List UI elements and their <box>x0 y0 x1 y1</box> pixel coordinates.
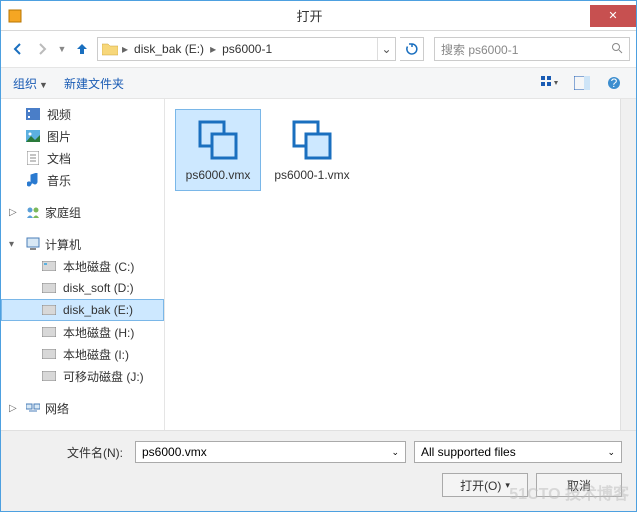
window-controls: ✕ <box>590 5 636 27</box>
back-button[interactable] <box>7 38 29 60</box>
sidebar-drive[interactable]: 可移动磁盘 (J:) <box>1 365 164 387</box>
svg-text:?: ? <box>611 76 618 90</box>
recent-dropdown[interactable]: ▼ <box>55 38 69 60</box>
sidebar-item-documents[interactable]: 文档 <box>1 147 164 169</box>
picture-icon <box>25 128 41 144</box>
search-input[interactable]: 搜索 ps6000-1 <box>434 37 630 61</box>
chevron-down-icon[interactable]: ⌄ <box>607 447 615 458</box>
sidebar-group-computer[interactable]: ▾ 计算机 <box>1 233 164 255</box>
vmx-icon <box>288 116 336 164</box>
filename-input[interactable]: ps6000.vmx ⌄ <box>135 441 406 463</box>
new-folder-button[interactable]: 新建文件夹 <box>64 75 124 92</box>
chevron-down-icon[interactable]: ▾ <box>505 480 510 491</box>
collapse-icon[interactable]: ▾ <box>9 239 21 250</box>
sidebar: 视频 图片 文档 音乐 ▷ 家庭组 ▾ 计算机 <box>1 99 165 430</box>
navbar: ▼ ▸ disk_bak (E:) ▸ ps6000-1 ⌄ 搜索 ps6000… <box>1 31 636 67</box>
help-button[interactable]: ? <box>604 73 624 93</box>
up-button[interactable] <box>71 38 93 60</box>
app-icon <box>1 9 29 23</box>
file-list[interactable]: ps6000.vmx ps6000-1.vmx <box>165 99 636 430</box>
sidebar-item-music[interactable]: 音乐 <box>1 169 164 191</box>
close-button[interactable]: ✕ <box>590 5 636 27</box>
search-icon <box>611 42 623 57</box>
expand-icon[interactable]: ▷ <box>9 207 21 218</box>
sidebar-group-homegroup[interactable]: ▷ 家庭组 <box>1 201 164 223</box>
music-icon <box>25 172 41 188</box>
homegroup-icon <box>25 204 41 220</box>
computer-icon <box>25 236 41 252</box>
sidebar-item-video[interactable]: 视频 <box>1 103 164 125</box>
view-options-button[interactable] <box>540 73 560 93</box>
refresh-button[interactable] <box>400 37 424 61</box>
dialog-title: 打开 <box>29 6 590 25</box>
sidebar-drive[interactable]: disk_bak (E:) <box>1 299 164 321</box>
filename-label: 文件名(N): <box>15 444 127 461</box>
address-dropdown[interactable]: ⌄ <box>377 38 395 60</box>
file-item[interactable]: ps6000.vmx <box>175 109 261 191</box>
document-icon <box>25 150 41 166</box>
chevron-right-icon: ▸ <box>208 42 218 56</box>
sidebar-drive[interactable]: 本地磁盘 (H:) <box>1 321 164 343</box>
sidebar-drive[interactable]: 本地磁盘 (I:) <box>1 343 164 365</box>
chevron-right-icon: ▸ <box>120 42 130 56</box>
open-button[interactable]: 打开(O) ▾ <box>442 473 528 497</box>
forward-button[interactable] <box>31 38 53 60</box>
video-icon <box>25 106 41 122</box>
sidebar-drive[interactable]: disk_soft (D:) <box>1 277 164 299</box>
preview-pane-button[interactable] <box>572 73 592 93</box>
search-placeholder: 搜索 ps6000-1 <box>441 41 611 58</box>
body-area: 视频 图片 文档 音乐 ▷ 家庭组 ▾ 计算机 <box>1 99 636 430</box>
cancel-button[interactable]: 取消 <box>536 473 622 497</box>
footer: 文件名(N): ps6000.vmx ⌄ All supported files… <box>1 430 636 511</box>
sidebar-drive[interactable]: 本地磁盘 (C:) <box>1 255 164 277</box>
network-icon <box>25 400 41 416</box>
drive-icon <box>41 302 57 318</box>
sidebar-item-pictures[interactable]: 图片 <box>1 125 164 147</box>
drive-icon <box>41 346 57 362</box>
breadcrumb-seg[interactable]: ps6000-1 <box>218 42 276 56</box>
chevron-down-icon[interactable]: ⌄ <box>391 447 399 458</box>
drive-icon <box>41 258 57 274</box>
organize-button[interactable]: 组织▼ <box>13 75 48 92</box>
toolbar: 组织▼ 新建文件夹 ? <box>1 67 636 99</box>
folder-icon <box>100 39 120 59</box>
drive-icon <box>41 280 57 296</box>
breadcrumb-seg[interactable]: disk_bak (E:) <box>130 42 208 56</box>
address-bar[interactable]: ▸ disk_bak (E:) ▸ ps6000-1 ⌄ <box>97 37 396 61</box>
scrollbar[interactable] <box>620 99 636 430</box>
filetype-select[interactable]: All supported files ⌄ <box>414 441 622 463</box>
titlebar: 打开 ✕ <box>1 1 636 31</box>
sidebar-group-network[interactable]: ▷ 网络 <box>1 397 164 419</box>
open-file-dialog: 打开 ✕ ▼ ▸ disk_bak (E:) ▸ ps6000-1 <box>0 0 637 512</box>
file-item[interactable]: ps6000-1.vmx <box>269 109 355 191</box>
drive-icon <box>41 324 57 340</box>
expand-icon[interactable]: ▷ <box>9 403 21 414</box>
vmx-icon <box>194 116 242 164</box>
drive-icon <box>41 368 57 384</box>
